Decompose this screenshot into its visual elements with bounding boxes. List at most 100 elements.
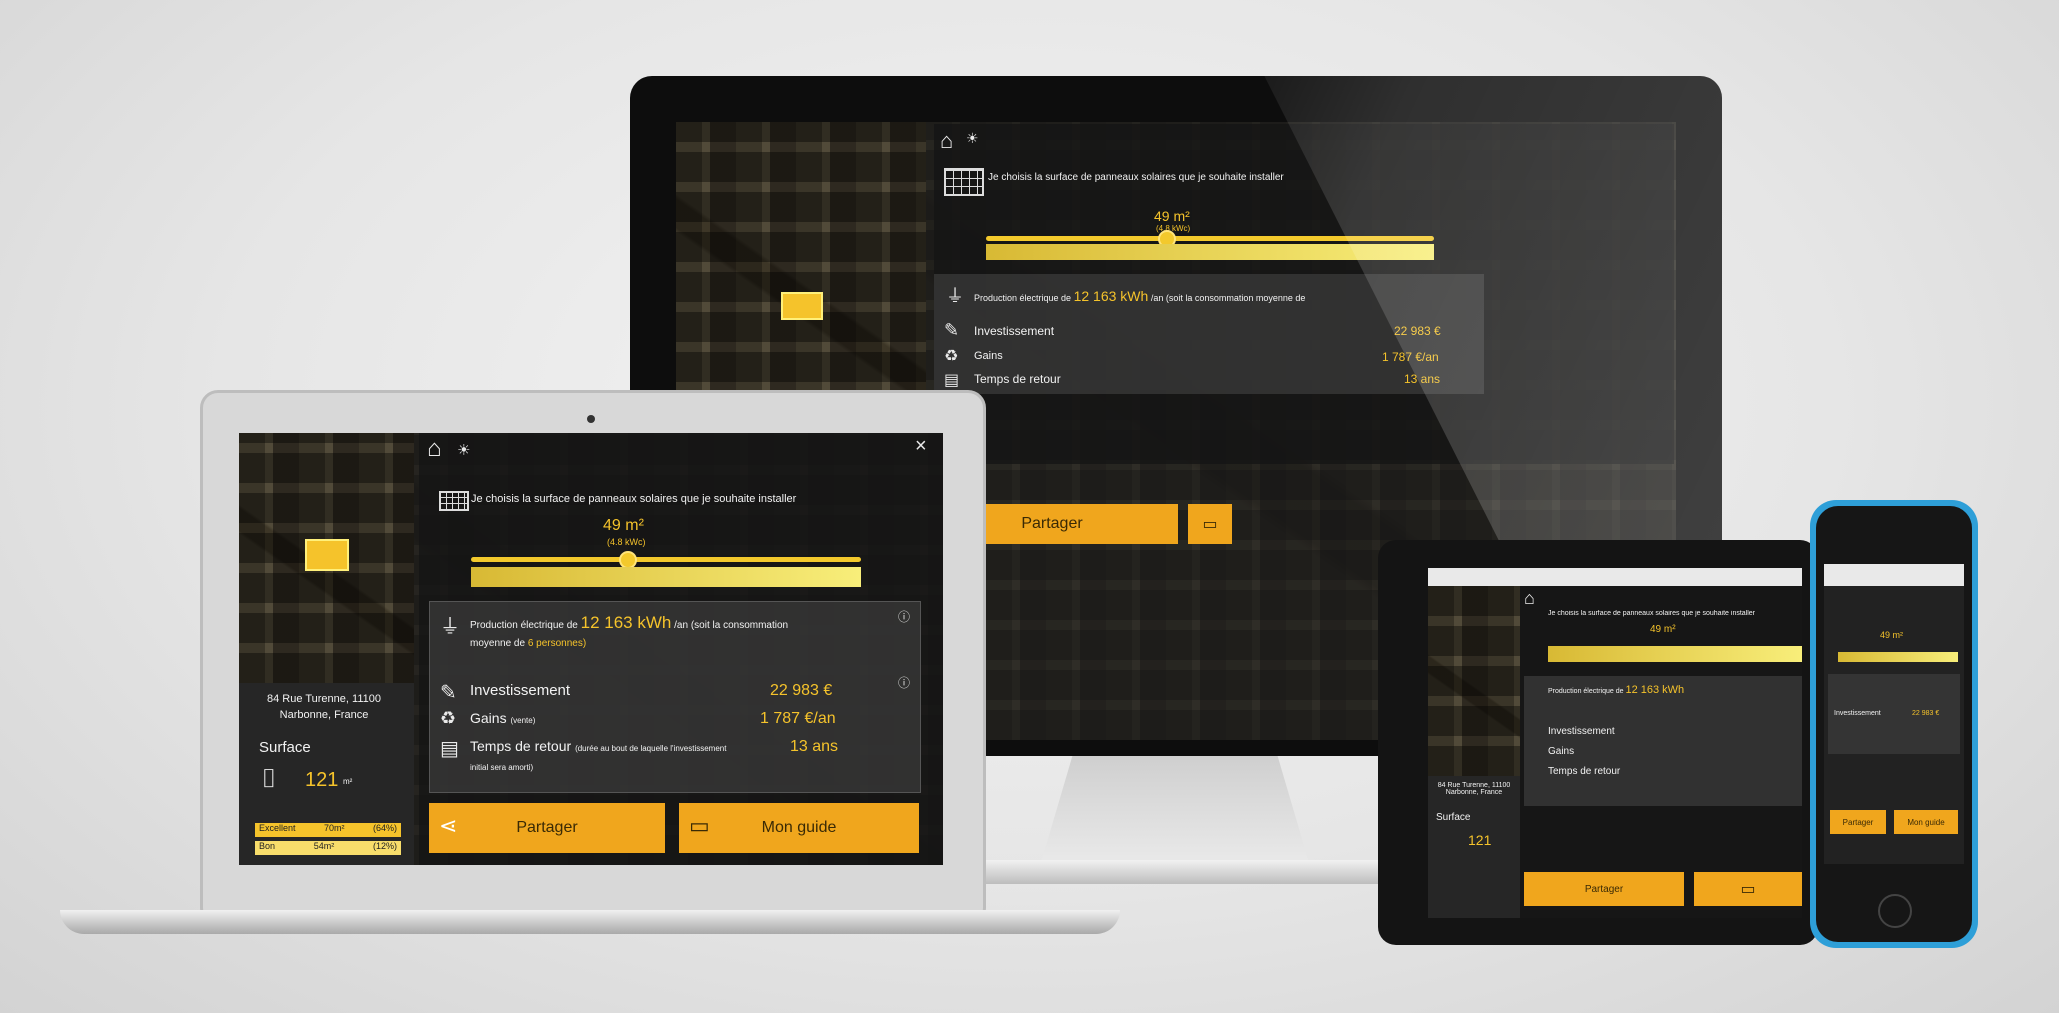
surface-bar[interactable] — [1838, 652, 1958, 662]
solar-house-icon[interactable]: ☀ — [457, 441, 470, 459]
production-value: 12 163 kWh — [1625, 684, 1685, 696]
tablet-panel: ⌂ Je choisis la surface de panneaux sola… — [1520, 586, 1802, 918]
surface-value: 49 m² — [1154, 208, 1190, 224]
production-value: 12 163 kWh — [1073, 288, 1149, 304]
production-prefix: Production électrique de — [470, 620, 578, 631]
phone-front: 49 m² Investissement 22 983 € Partager M… — [1816, 506, 1972, 942]
laptop-sidebar: 84 Rue Turenne, 11100 Narbonne, France S… — [239, 683, 414, 865]
surface-value: 49 m² — [1650, 624, 1676, 635]
invest-value: 22 983 € — [1912, 710, 1940, 717]
surface-bar[interactable] — [1548, 646, 1802, 662]
monitor-stand — [1040, 756, 1310, 866]
guide-button[interactable]: ▭ Mon guide — [679, 803, 919, 853]
gains-label: Gains — [1548, 746, 1575, 757]
book-icon: ▭ — [689, 813, 710, 838]
tablet-screen: ⌂ Je choisis la surface de panneaux sola… — [1428, 568, 1802, 918]
guide-button[interactable]: Mon guide — [1894, 810, 1958, 834]
roof-selection — [305, 539, 349, 571]
home-button[interactable] — [1878, 894, 1912, 928]
invest-value: 22 983 € — [770, 682, 833, 699]
monitor-base — [970, 860, 1390, 884]
production-text: Production électrique de 12 163 kWh /an … — [974, 288, 1305, 304]
rating-pct: (12%) — [372, 841, 397, 851]
surface-prompt: Je choisis la surface de panneaux solair… — [1548, 610, 1756, 617]
rating-row-excellent: Excellent 70m² (64%) — [255, 823, 401, 837]
gains-icon: ♻ — [440, 708, 457, 728]
surface-slider[interactable] — [471, 557, 861, 562]
guide-button[interactable]: ▭ — [1694, 872, 1802, 906]
gains-label: Gains (vente) — [470, 710, 535, 726]
browser-bar — [1824, 564, 1964, 586]
gains-label: Gains — [974, 350, 1003, 362]
laptop-screen: 84 Rue Turenne, 11100 Narbonne, France S… — [239, 433, 943, 865]
invest-label: Investissement — [974, 324, 1055, 338]
info-icon[interactable]: ⓘ — [898, 674, 910, 691]
production-prefix: Production électrique de — [974, 293, 1072, 303]
surface-unit: m² — [343, 777, 353, 786]
laptop-panel: ⌂ ☀ × Je choisis la surface de panneaux … — [419, 433, 943, 865]
production-text: Production électrique de 12 163 kWh — [1548, 684, 1684, 696]
surface-kwc: (4.8 kWc) — [607, 537, 646, 547]
payback-label: Temps de retour — [974, 372, 1061, 386]
book-icon: ▭ — [1202, 516, 1218, 533]
solar-house-icon[interactable]: ☀ — [966, 130, 979, 147]
phone: 49 m² Investissement 22 983 € Partager M… — [1810, 500, 1978, 948]
surface-area: 121 — [1468, 832, 1492, 848]
surface-title: Surface — [259, 739, 311, 756]
production-prefix: Production électrique de — [1548, 688, 1624, 695]
result-box: Investissement 22 983 € — [1828, 674, 1960, 754]
gains-label-text: Gains — [470, 710, 507, 726]
share-button[interactable]: Partager — [1830, 810, 1886, 834]
invest-label: Investissement — [470, 682, 571, 699]
laptop-camera — [587, 415, 595, 423]
payback-value: 13 ans — [790, 738, 839, 755]
surface-value: 49 m² — [1880, 630, 1904, 640]
home-icon[interactable]: ⌂ — [427, 435, 442, 463]
surface-prompt: Je choisis la surface de panneaux solair… — [988, 172, 1284, 183]
rating-label: Bon — [259, 841, 276, 851]
rating-area: 70m² — [324, 823, 345, 833]
guide-label: Mon guide — [761, 819, 837, 836]
production-text: Production électrique de 12 163 kWh /an … — [470, 614, 800, 653]
address: 84 Rue Turenne, 11100 Narbonne, France — [1437, 782, 1511, 796]
home-icon[interactable]: ⌂ — [940, 128, 953, 154]
panel-grid-icon — [944, 168, 984, 196]
calendar-icon: ▤ — [944, 372, 960, 389]
roof-selection — [781, 292, 823, 320]
gains-icon: ♻ — [944, 348, 959, 365]
info-icon[interactable]: ⓘ — [898, 608, 910, 625]
browser-bar — [1428, 568, 1802, 586]
guide-button[interactable]: ▭ — [1188, 504, 1232, 544]
production-value: 12 163 kWh — [580, 613, 672, 632]
plug-icon: ⏚ — [440, 616, 460, 638]
share-icon: ⋖ — [439, 813, 458, 838]
gains-value: 1 787 €/an — [760, 710, 836, 727]
share-button[interactable]: ⋖ Partager — [429, 803, 665, 853]
calendar-icon: ▤ — [440, 738, 459, 760]
production-persons: 6 personnes) — [527, 638, 587, 649]
book-icon: ▭ — [1740, 881, 1756, 898]
rating-area: 54m² — [313, 841, 335, 851]
share-button[interactable]: Partager — [1524, 872, 1684, 906]
payback-label-text: Temps de retour — [470, 738, 572, 754]
invest-label: Investissement — [1548, 726, 1615, 737]
rating-label: Excellent — [259, 823, 296, 833]
result-box: ⏚ Production électrique de 12 163 kWh /a… — [429, 601, 921, 793]
address: 84 Rue Turenne, 11100 Narbonne, France — [267, 693, 381, 721]
phone-screen: 49 m² Investissement 22 983 € Partager M… — [1824, 564, 1964, 864]
surface-bar — [471, 567, 861, 587]
rating-row-bon: Bon 54m² (12%) — [255, 841, 401, 855]
satellite-map — [676, 122, 926, 422]
close-icon[interactable]: × — [915, 435, 927, 458]
result-box: Production électrique de 12 163 kWh Inve… — [1524, 676, 1802, 806]
surface-area: 121 — [305, 769, 339, 791]
tablet-sidebar: 84 Rue Turenne, 11100 Narbonne, France S… — [1428, 776, 1520, 918]
surface-title: Surface — [1436, 812, 1471, 823]
surface-value: 49 m² — [603, 517, 644, 534]
home-icon[interactable]: ⌂ — [1524, 588, 1535, 609]
payback-label: Temps de retour — [1548, 766, 1621, 777]
plug-icon: ⏚ — [946, 286, 964, 306]
laptop-lid: 84 Rue Turenne, 11100 Narbonne, France S… — [200, 390, 986, 926]
rating-pct: (64%) — [372, 823, 397, 833]
investment-icon: ✎ — [440, 682, 457, 704]
